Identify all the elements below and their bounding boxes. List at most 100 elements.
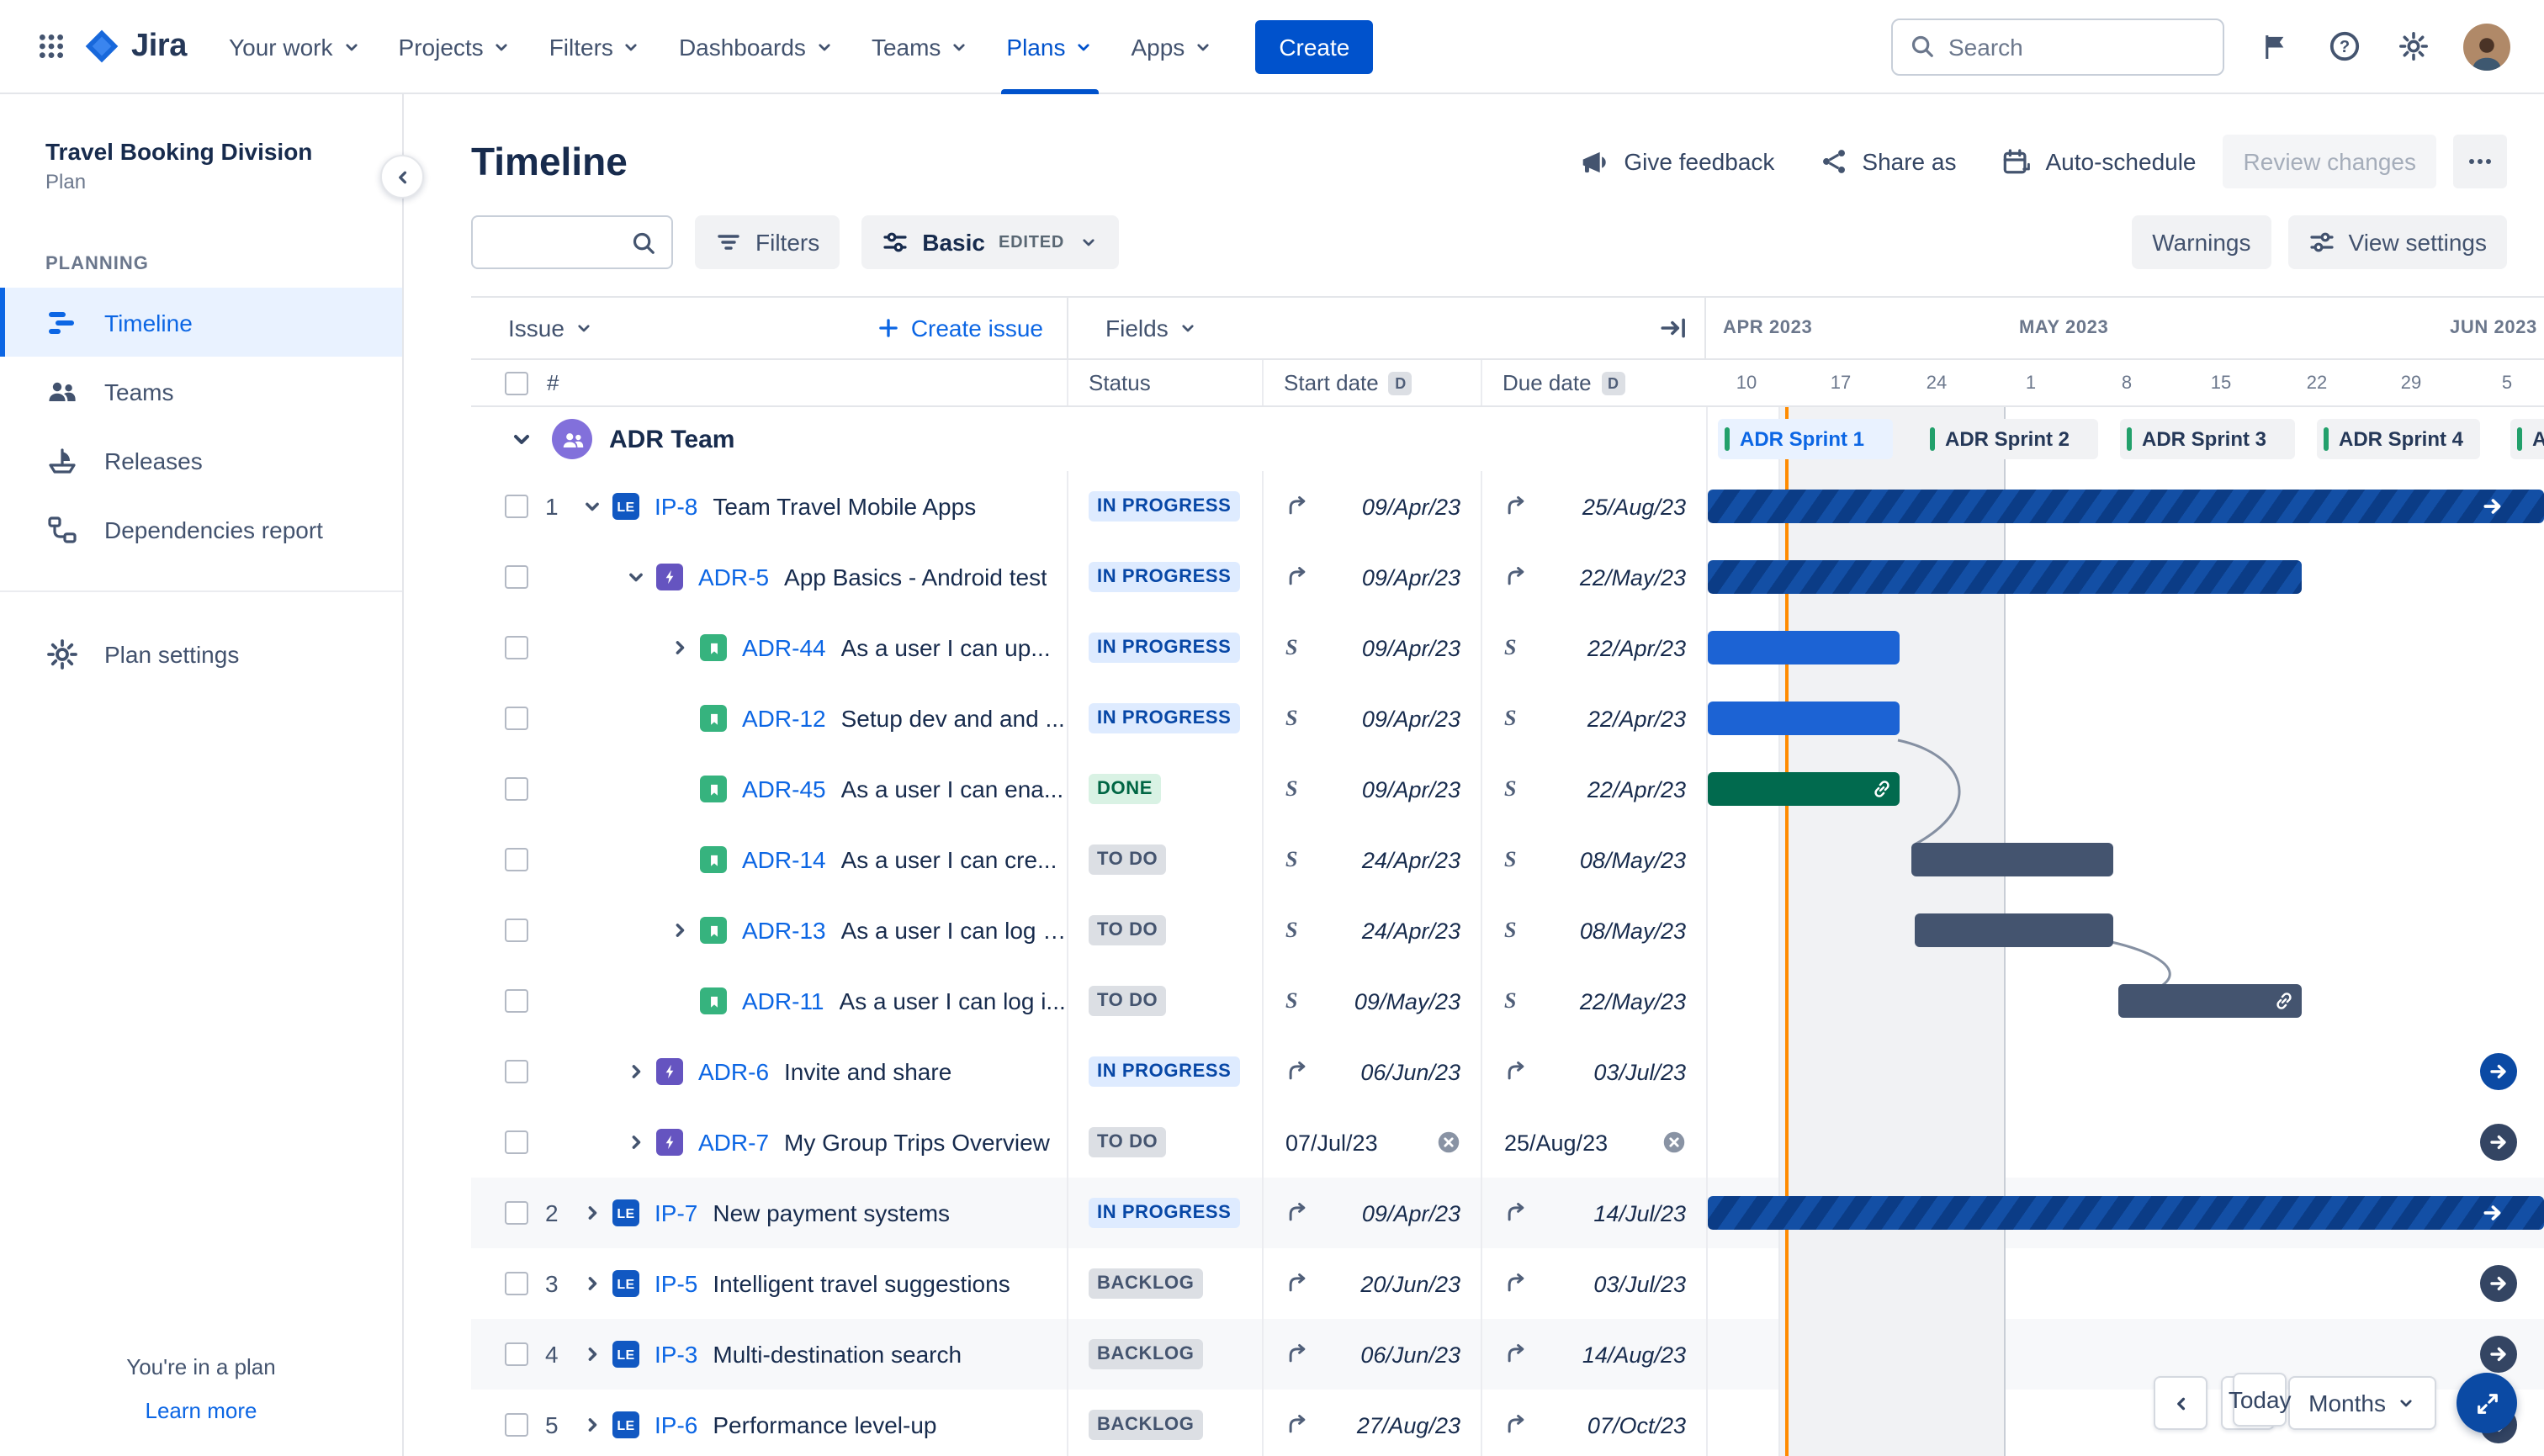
nav-plans[interactable]: Plans	[988, 0, 1112, 93]
row-checkbox[interactable]	[505, 1060, 528, 1083]
status-badge[interactable]: TO DO	[1089, 1127, 1167, 1157]
scroll-to-bar-button[interactable]	[2480, 1124, 2517, 1161]
gantt-bar[interactable]	[1915, 913, 2113, 947]
row-checkbox[interactable]	[505, 777, 528, 801]
table-row[interactable]: ADR-13 As a user I can log i... TO DO S2…	[471, 895, 2544, 966]
due-date-cell[interactable]: S 22/May/23	[1481, 966, 1706, 1036]
sprint-chip[interactable]: ADR Sprint 2	[1923, 419, 2098, 459]
start-date-cell[interactable]: 09/Apr/23	[1262, 1178, 1481, 1248]
status-badge[interactable]: TO DO	[1089, 844, 1167, 875]
today-button[interactable]: Today	[2229, 1373, 2292, 1427]
status-badge[interactable]: DONE	[1089, 774, 1161, 804]
gantt-bar[interactable]	[1708, 1196, 2544, 1230]
timeline-search[interactable]	[471, 215, 673, 269]
help-icon[interactable]: ?	[2325, 28, 2362, 65]
status-badge[interactable]: IN PROGRESS	[1089, 562, 1240, 592]
row-checkbox[interactable]	[505, 1201, 528, 1225]
sprint-chip[interactable]: ADR Sprint 4	[2317, 419, 2480, 459]
create-issue-button[interactable]: Create issue	[877, 315, 1043, 341]
row-checkbox[interactable]	[505, 989, 528, 1013]
gantt-bar[interactable]	[2118, 984, 2302, 1018]
sidebar-item-teams[interactable]: Teams	[0, 357, 402, 426]
sidebar-item-timeline[interactable]: Timeline	[0, 288, 402, 357]
status-badge[interactable]: IN PROGRESS	[1089, 1198, 1240, 1228]
start-date-cell[interactable]: 06/Jun/23	[1262, 1036, 1481, 1107]
scroll-left-button[interactable]	[2154, 1376, 2208, 1430]
expand-chevron[interactable]	[575, 1201, 609, 1225]
issue-key-link[interactable]: IP-6	[655, 1411, 697, 1438]
issue-key-link[interactable]: ADR-14	[742, 846, 826, 873]
expand-chevron[interactable]	[619, 1060, 653, 1083]
issue-key-link[interactable]: IP-5	[655, 1270, 697, 1297]
due-date-cell[interactable]: 25/Aug/23	[1481, 471, 1706, 542]
expand-chevron[interactable]	[575, 495, 609, 518]
issue-key-link[interactable]: IP-3	[655, 1341, 697, 1368]
view-mode-button[interactable]: Basic EDITED	[861, 215, 1119, 269]
gantt-bar[interactable]	[1911, 843, 2113, 876]
expand-chevron[interactable]	[663, 919, 697, 942]
scroll-to-bar-button[interactable]	[2480, 1053, 2517, 1090]
clear-date-icon[interactable]	[1437, 1130, 1460, 1154]
start-date-cell[interactable]: S 09/May/23	[1262, 966, 1481, 1036]
issue-column-header[interactable]: Issue	[508, 315, 564, 341]
start-date-cell[interactable]: 09/Apr/23	[1262, 542, 1481, 612]
table-row[interactable]: 1 LE IP-8 Team Travel Mobile Apps IN PRO…	[471, 471, 2544, 542]
global-search-input[interactable]	[1948, 33, 2206, 60]
table-row[interactable]: ADR-44 As a user I can up... IN PROGRESS…	[471, 612, 2544, 683]
expand-chevron[interactable]	[619, 1130, 653, 1154]
due-date-cell[interactable]: 07/Oct/23	[1481, 1390, 1706, 1456]
clear-date-icon[interactable]	[1662, 1130, 1686, 1154]
sprint-chip[interactable]: ADR Sprint 1	[1718, 419, 1893, 459]
due-date-cell[interactable]: S 08/May/23	[1481, 824, 1706, 895]
select-all-checkbox[interactable]	[505, 371, 528, 394]
row-checkbox[interactable]	[505, 565, 528, 589]
fullscreen-button[interactable]	[2457, 1373, 2517, 1433]
timeline-search-input[interactable]	[488, 229, 631, 256]
row-checkbox[interactable]	[505, 636, 528, 659]
issue-key-link[interactable]: IP-7	[655, 1199, 697, 1226]
status-badge[interactable]: IN PROGRESS	[1089, 491, 1240, 522]
table-row[interactable]: 2 LE IP-7 New payment systems IN PROGRES…	[471, 1178, 2544, 1248]
due-date-cell[interactable]: 03/Jul/23	[1481, 1036, 1706, 1107]
table-row[interactable]: ADR-7 My Group Trips Overview TO DO 07/J…	[471, 1107, 2544, 1178]
share-as-button[interactable]: Share as	[1801, 135, 1973, 188]
nav-dashboards[interactable]: Dashboards	[660, 0, 853, 93]
issue-key-link[interactable]: ADR-11	[742, 987, 824, 1014]
status-column-header[interactable]: Status	[1089, 370, 1151, 395]
table-row[interactable]: 3 LE IP-5 Intelligent travel suggestions…	[471, 1248, 2544, 1319]
start-date-cell[interactable]: S 24/Apr/23	[1262, 824, 1481, 895]
due-date-cell[interactable]: S 08/May/23	[1481, 895, 1706, 966]
start-date-cell[interactable]: S 09/Apr/23	[1262, 612, 1481, 683]
review-changes-button[interactable]: Review changes	[2223, 135, 2436, 188]
gantt-bar[interactable]	[1708, 772, 1900, 806]
give-feedback-button[interactable]: Give feedback	[1561, 135, 1791, 188]
dependency-link-icon[interactable]	[1871, 778, 1893, 800]
learn-more-link[interactable]: Learn more	[0, 1398, 402, 1423]
sidebar-item-releases[interactable]: Releases	[0, 426, 402, 495]
start-date-cell[interactable]: S 24/Apr/23	[1262, 895, 1481, 966]
expand-chevron[interactable]	[619, 565, 653, 589]
issue-key-link[interactable]: ADR-6	[698, 1058, 769, 1085]
row-checkbox[interactable]	[505, 1272, 528, 1295]
more-actions-button[interactable]	[2453, 135, 2507, 188]
status-badge[interactable]: IN PROGRESS	[1089, 703, 1240, 733]
status-badge[interactable]: TO DO	[1089, 986, 1167, 1016]
start-date-cell[interactable]: 06/Jun/23	[1262, 1319, 1481, 1390]
sidebar-item-plan-settings[interactable]: Plan settings	[0, 619, 402, 688]
sprint-chip[interactable]: AD	[2510, 419, 2544, 459]
nav-projects[interactable]: Projects	[380, 0, 531, 93]
row-checkbox[interactable]	[505, 495, 528, 518]
row-checkbox[interactable]	[505, 1342, 528, 1366]
issue-key-link[interactable]: ADR-7	[698, 1129, 769, 1156]
create-button[interactable]: Create	[1255, 19, 1374, 73]
row-checkbox[interactable]	[505, 1130, 528, 1154]
fields-dropdown[interactable]: Fields	[1105, 315, 1169, 341]
gantt-bar[interactable]	[1708, 490, 2544, 523]
table-row[interactable]: ADR-6 Invite and share IN PROGRESS 06/Ju…	[471, 1036, 2544, 1107]
status-badge[interactable]: BACKLOG	[1089, 1268, 1203, 1299]
issue-key-link[interactable]: ADR-44	[742, 634, 826, 661]
scroll-to-bar-button[interactable]	[2480, 1265, 2517, 1302]
nav-teams[interactable]: Teams	[853, 0, 988, 93]
warnings-button[interactable]: Warnings	[2132, 215, 2271, 269]
due-date-cell[interactable]: 22/May/23	[1481, 542, 1706, 612]
